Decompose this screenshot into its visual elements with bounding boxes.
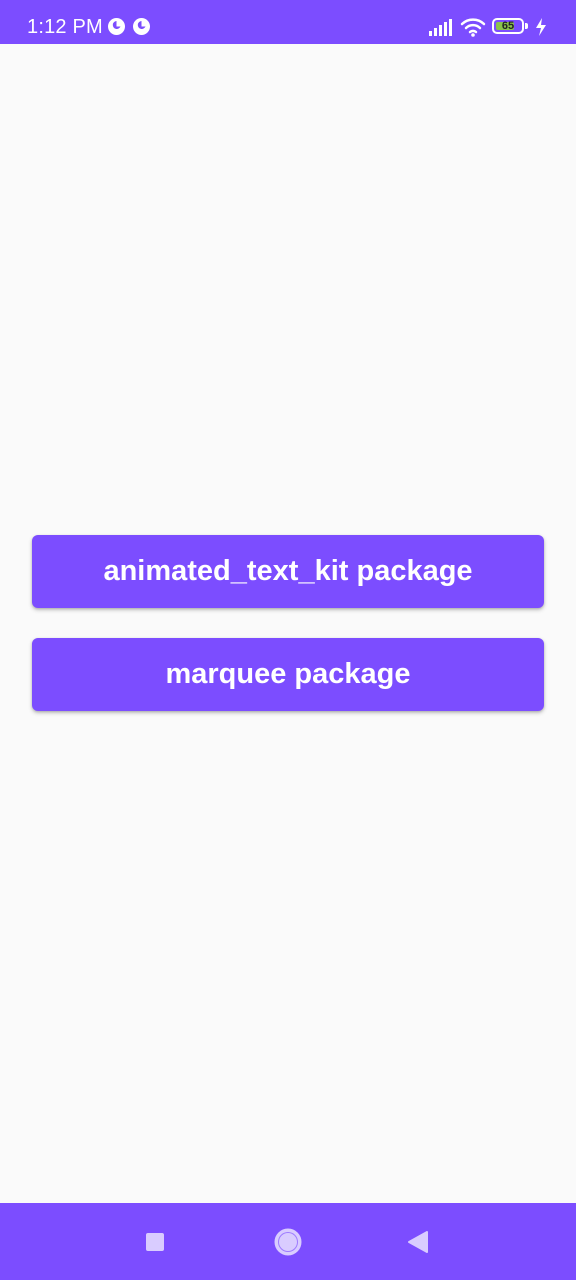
animated-text-kit-button[interactable]: animated_text_kit package (32, 535, 544, 608)
home-button[interactable] (248, 1203, 328, 1280)
back-button[interactable] (378, 1203, 458, 1280)
home-icon (274, 1228, 302, 1255)
signal-icon (428, 17, 456, 37)
status-bar: 1:12 PM 65 (0, 0, 576, 44)
app-notification-icon (132, 17, 151, 36)
recents-icon (146, 1232, 164, 1251)
status-time: 1:12 PM (27, 16, 103, 38)
main-content: animated_text_kit package marquee packag… (0, 44, 576, 1203)
battery-cap (525, 23, 528, 29)
marquee-package-button[interactable]: marquee package (32, 638, 544, 711)
battery-icon: 65 (492, 18, 524, 34)
recents-button[interactable] (115, 1203, 195, 1280)
charging-icon (534, 17, 548, 37)
back-icon (408, 1230, 428, 1253)
app-notification-icon (107, 17, 126, 36)
wifi-icon (460, 16, 486, 38)
battery-level: 65 (501, 20, 515, 32)
navigation-bar (0, 1203, 576, 1280)
